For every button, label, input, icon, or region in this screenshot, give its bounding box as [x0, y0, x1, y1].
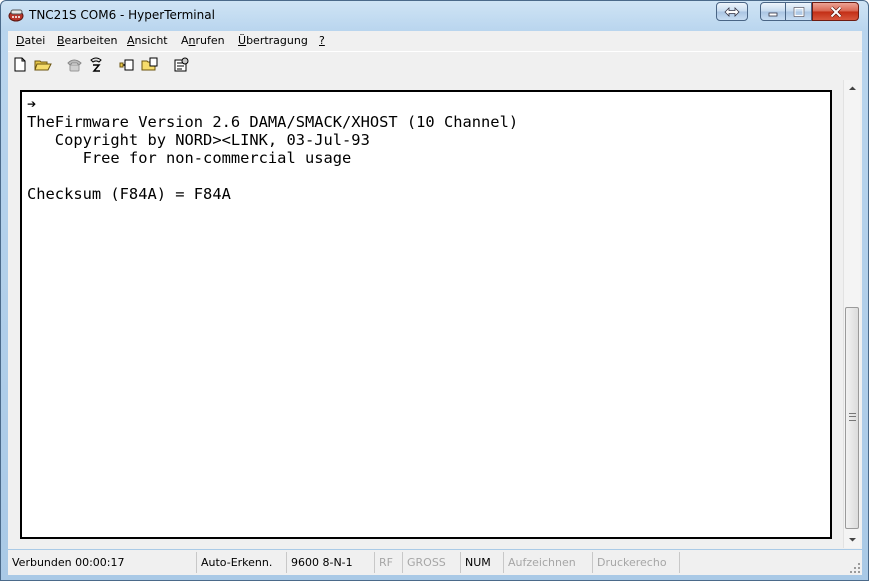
maximize-button[interactable]: [786, 2, 812, 21]
status-rf: RF: [375, 552, 403, 573]
status-num: NUM: [461, 552, 504, 573]
terminal-line: Copyright by NORD><LINK, 03-Jul-93: [27, 131, 370, 149]
disconnect-icon: [90, 57, 102, 72]
status-num-text: NUM: [465, 556, 491, 569]
vertical-scrollbar[interactable]: [843, 80, 860, 548]
status-bar: Verbunden 00:00:17 Auto-Erkenn. 9600 8-N…: [8, 550, 862, 575]
title-bar[interactable]: TNC21S COM6 - HyperTerminal: [1, 1, 868, 30]
receive-file-icon: [141, 57, 158, 71]
scroll-down-button[interactable]: [844, 531, 861, 548]
minimize-icon: [768, 12, 778, 16]
open-button[interactable]: [32, 56, 52, 74]
minimize-button[interactable]: [760, 2, 786, 21]
status-printer-echo-text: Druckerecho: [597, 556, 667, 569]
maximize-icon: [793, 6, 804, 17]
receive-button[interactable]: [139, 56, 159, 74]
status-caps: GROSS: [403, 552, 461, 573]
menu-bearbeiten[interactable]: Bearbeiten: [57, 34, 117, 47]
chevron-up-icon: [849, 86, 856, 90]
terminal-line: Free for non-commercial usage: [27, 149, 352, 167]
scroll-thumb[interactable]: [845, 307, 859, 529]
properties-icon: [174, 57, 189, 72]
menu-help[interactable]: ?: [319, 34, 325, 47]
close-button[interactable]: [812, 2, 859, 21]
toolbar: [8, 51, 862, 79]
open-folder-icon: [34, 60, 52, 71]
menu-uebertragung[interactable]: Übertragung: [238, 34, 308, 47]
terminal-area: ➔ TheFirmware Version 2.6 DAMA/SMACK/XHOS…: [8, 79, 862, 549]
status-connection-text: Verbunden 00:00:17: [12, 556, 125, 569]
terminal-line: Checksum (F84A) = F84A: [27, 185, 231, 203]
new-connection-button[interactable]: [11, 56, 31, 74]
status-printer-echo: Druckerecho: [593, 552, 680, 573]
terminal-line: ➔: [27, 95, 37, 113]
properties-button[interactable]: [171, 56, 191, 74]
terminal-line: TheFirmware Version 2.6 DAMA/SMACK/XHOST…: [27, 113, 519, 131]
new-file-icon: [14, 57, 26, 72]
grip-icon: [849, 413, 856, 421]
window-title: TNC21S COM6 - HyperTerminal: [29, 8, 215, 22]
chevron-down-icon: [849, 538, 856, 542]
scroll-up-button[interactable]: [844, 80, 861, 97]
menu-ansicht[interactable]: Ansicht: [127, 34, 168, 47]
status-autodetect-text: Auto-Erkenn.: [201, 556, 273, 569]
status-port-settings-text: 9600 8-N-1: [291, 556, 353, 569]
resize-grip-icon[interactable]: [849, 562, 861, 574]
status-autodetect: Auto-Erkenn.: [197, 552, 287, 573]
status-connection: Verbunden 00:00:17: [8, 552, 197, 573]
status-capture-text: Aufzeichnen: [508, 556, 576, 569]
restore-down-button[interactable]: [716, 2, 748, 21]
phone-icon: [67, 59, 82, 72]
hyperterminal-app-icon[interactable]: [8, 7, 25, 23]
menu-bar: Datei Bearbeiten Ansicht Anrufen Übertra…: [8, 31, 862, 51]
call-button[interactable]: [64, 56, 84, 74]
terminal-screen[interactable]: ➔ TheFirmware Version 2.6 DAMA/SMACK/XHOS…: [20, 90, 832, 539]
send-button[interactable]: [117, 56, 137, 74]
terminal-output: ➔ TheFirmware Version 2.6 DAMA/SMACK/XHOS…: [27, 95, 518, 203]
status-port-settings: 9600 8-N-1: [287, 552, 375, 573]
status-rf-text: RF: [379, 556, 393, 569]
menu-anrufen[interactable]: Anrufen: [181, 34, 225, 47]
status-capture: Aufzeichnen: [504, 552, 593, 573]
send-file-icon: [119, 59, 134, 71]
close-icon: [829, 6, 842, 17]
disconnect-button[interactable]: [86, 56, 106, 74]
hyperterminal-window: TNC21S COM6 - HyperTerminal Datei Bearbe…: [0, 0, 869, 581]
status-caps-text: GROSS: [407, 556, 446, 569]
menu-datei[interactable]: Datei: [16, 34, 45, 47]
double-arrow-icon: [724, 6, 740, 17]
